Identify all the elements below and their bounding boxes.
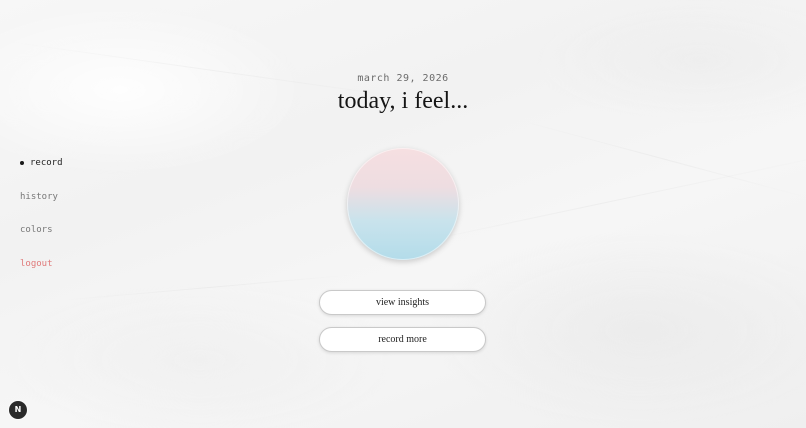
sidebar-nav: record history colors logout (20, 154, 140, 288)
badge-letter: N (14, 405, 22, 414)
sidebar-item-label: record (30, 158, 63, 168)
record-more-label: record more (378, 334, 427, 345)
page-title: today, i feel... (337, 88, 469, 114)
view-insights-label: view insights (375, 297, 430, 308)
dev-tools-badge[interactable]: N (9, 401, 27, 419)
view-insights-button[interactable]: view insights (319, 290, 486, 315)
record-more-button[interactable]: record more (319, 327, 486, 352)
sidebar-item-label: logout (20, 258, 53, 269)
current-date: march 29, 2026 (357, 73, 449, 84)
sidebar-item-record[interactable]: record (20, 154, 140, 172)
mood-color-orb[interactable] (347, 148, 459, 260)
sidebar-item-label: colors (20, 225, 53, 235)
sidebar-item-history[interactable]: history (20, 188, 140, 206)
active-indicator-dot (20, 161, 24, 165)
sidebar-item-colors[interactable]: colors (20, 221, 140, 239)
sidebar-item-logout[interactable]: logout (20, 255, 140, 273)
sidebar-item-label: history (20, 191, 58, 202)
paper-crease (519, 120, 806, 199)
